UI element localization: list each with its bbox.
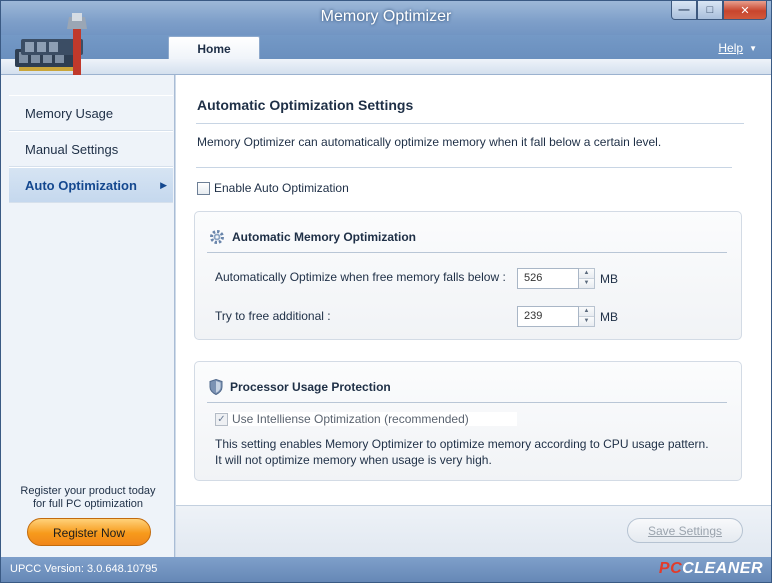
divider bbox=[196, 123, 744, 124]
maximize-button[interactable]: □ bbox=[697, 1, 723, 20]
help-label: Help bbox=[718, 41, 744, 55]
stepper-up-icon[interactable]: ▲ bbox=[579, 307, 594, 316]
divider bbox=[207, 252, 727, 253]
sidebar-item-auto-optimization[interactable]: Auto Optimization ▶ bbox=[9, 167, 173, 203]
sidebar-item-label: Manual Settings bbox=[25, 141, 119, 157]
action-bar: Save Settings bbox=[176, 505, 771, 557]
version-label: UPCC Version: 3.0.648.10795 bbox=[10, 563, 158, 575]
free-memory-threshold-label: Automatically Optimize when free memory … bbox=[215, 270, 506, 284]
group-title: Automatic Memory Optimization bbox=[209, 229, 416, 245]
unit-label: MB bbox=[600, 272, 618, 286]
chevron-right-icon: ▶ bbox=[160, 179, 167, 190]
close-button[interactable]: ✕ bbox=[723, 1, 767, 20]
stepper-down-icon[interactable]: ▼ bbox=[579, 278, 594, 288]
group-title: Processor Usage Protection bbox=[209, 379, 391, 395]
stepper-down-icon[interactable]: ▼ bbox=[579, 316, 594, 326]
unit-label: MB bbox=[600, 310, 618, 324]
free-additional-label: Try to free additional : bbox=[215, 309, 331, 323]
sidebar-item-manual-settings[interactable]: Manual Settings bbox=[9, 131, 173, 167]
checkbox-icon bbox=[197, 181, 210, 195]
tab-strip bbox=[1, 35, 771, 59]
ribbon-bar bbox=[1, 59, 771, 75]
enable-auto-optimization-checkbox[interactable]: Enable Auto Optimization bbox=[197, 181, 349, 195]
stepper-up-icon[interactable]: ▲ bbox=[579, 269, 594, 278]
page-title: Automatic Optimization Settings bbox=[197, 97, 414, 113]
gear-icon bbox=[210, 230, 224, 244]
free-memory-threshold-input[interactable]: 526 bbox=[517, 268, 579, 289]
window-controls: — □ ✕ bbox=[671, 1, 767, 20]
minimize-button[interactable]: — bbox=[671, 1, 697, 20]
intelliense-optimization-checkbox[interactable]: ✓ Use Intelliense Optimization (recommen… bbox=[215, 412, 517, 426]
note-line: This setting enables Memory Optimizer to… bbox=[215, 437, 709, 451]
sidebar-nav: Memory Usage Manual Settings Auto Optimi… bbox=[9, 95, 173, 203]
app-window: Memory Optimizer — □ ✕ Home Help ▼ Memor… bbox=[0, 0, 772, 583]
title-bar: Memory Optimizer — □ ✕ bbox=[1, 1, 771, 35]
free-memory-threshold-stepper[interactable]: 526 ▲ ▼ bbox=[517, 268, 595, 289]
help-menu[interactable]: Help ▼ bbox=[718, 41, 757, 55]
save-settings-button[interactable]: Save Settings bbox=[627, 518, 743, 543]
register-now-button[interactable]: Register Now bbox=[27, 518, 151, 546]
save-settings-label: Save Settings bbox=[647, 524, 723, 538]
automatic-memory-optimization-group: Automatic Memory Optimization Automatica… bbox=[194, 211, 742, 340]
page-description: Memory Optimizer can automatically optim… bbox=[197, 135, 662, 149]
main-panel: Automatic Optimization Settings Memory O… bbox=[176, 75, 771, 505]
group-title-label: Processor Usage Protection bbox=[230, 380, 391, 394]
processor-usage-protection-group: Processor Usage Protection ✓ Use Intelli… bbox=[194, 361, 742, 481]
note-line: It will not optimize memory when usage i… bbox=[215, 453, 492, 467]
chevron-down-icon: ▼ bbox=[749, 43, 757, 53]
checkmark-icon: ✓ bbox=[215, 412, 228, 426]
divider bbox=[196, 167, 732, 168]
free-additional-stepper[interactable]: 239 ▲ ▼ bbox=[517, 306, 595, 327]
processor-protection-note: This setting enables Memory Optimizer to… bbox=[215, 436, 709, 468]
brand-cleaner: CLEANER bbox=[682, 560, 763, 577]
status-bar: UPCC Version: 3.0.648.10795 PCCLEANER bbox=[1, 557, 771, 582]
brand-pc: PC bbox=[658, 560, 683, 577]
tab-home[interactable]: Home bbox=[168, 36, 260, 61]
sidebar-item-label: Memory Usage bbox=[25, 105, 114, 121]
register-promo: Register your product today for full PC … bbox=[1, 485, 175, 511]
sidebar-item-memory-usage[interactable]: Memory Usage bbox=[9, 95, 173, 131]
intelliense-optimization-label: Use Intelliense Optimization (recommende… bbox=[232, 412, 469, 426]
enable-auto-optimization-label: Enable Auto Optimization bbox=[214, 181, 349, 195]
shield-icon bbox=[209, 379, 223, 395]
divider bbox=[207, 402, 727, 403]
window-title: Memory Optimizer bbox=[320, 8, 452, 25]
register-text-line: for full PC optimization bbox=[32, 498, 144, 510]
register-text-line: Register your product today bbox=[20, 485, 156, 497]
sidebar-item-label: Auto Optimization bbox=[25, 177, 137, 193]
sidebar: Memory Usage Manual Settings Auto Optimi… bbox=[1, 75, 175, 557]
group-title-label: Automatic Memory Optimization bbox=[232, 230, 417, 244]
free-additional-input[interactable]: 239 bbox=[517, 306, 579, 327]
pc-cleaner-logo: PCCLEANER bbox=[659, 560, 763, 578]
